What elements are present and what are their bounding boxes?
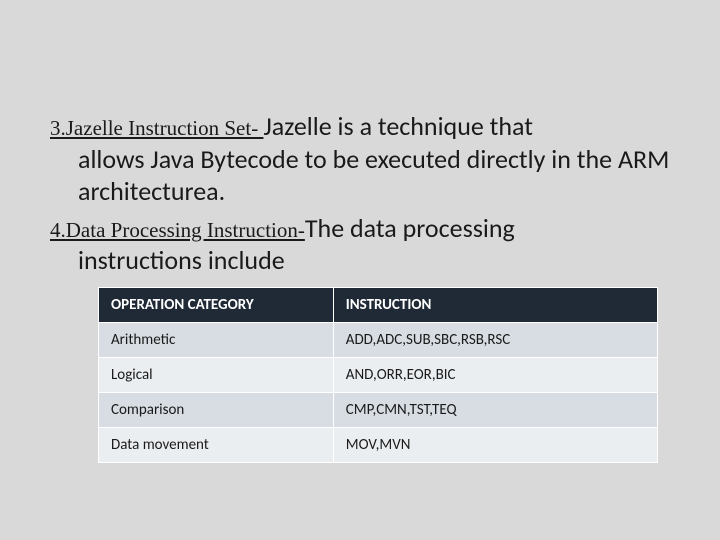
slide: 3.Jazelle Instruction Set- Jazelle is a … [0,0,720,540]
table-row: Logical AND,ORR,EOR,BIC [99,357,658,392]
table-row: Data movement MOV,MVN [99,427,658,462]
table-cell: MOV,MVN [333,427,657,462]
section-3-rest-2: allows Java Bytecode to be executed dire… [50,143,680,208]
table-header-cell: OPERATION CATEGORY [99,287,334,322]
section-4-lead: 4.Data Processing Instruction- [50,218,305,242]
table-header-cell: INSTRUCTION [333,287,657,322]
section-3-lead: 3.Jazelle Instruction Set- [50,116,263,140]
section-3-rest-1: Jazelle is a technique that [263,110,533,142]
table-cell: Comparison [99,392,334,427]
table-header-row: OPERATION CATEGORY INSTRUCTION [99,287,658,322]
table-cell: ADD,ADC,SUB,SBC,RSB,RSC [333,322,657,357]
table-row: Arithmetic ADD,ADC,SUB,SBC,RSB,RSC [99,322,658,357]
section-4-rest-1: The data processing [305,212,515,244]
section-4-rest-2: instructions include [50,244,680,277]
table-cell: Data movement [99,427,334,462]
table-cell: AND,ORR,EOR,BIC [333,357,657,392]
table-cell: CMP,CMN,TST,TEQ [333,392,657,427]
table-cell: Arithmetic [99,322,334,357]
table-cell: Logical [99,357,334,392]
section-4-para: 4.Data Processing Instruction-The data p… [50,212,680,277]
table-row: Comparison CMP,CMN,TST,TEQ [99,392,658,427]
instruction-table-wrap: OPERATION CATEGORY INSTRUCTION Arithmeti… [98,287,658,463]
instruction-table: OPERATION CATEGORY INSTRUCTION Arithmeti… [98,287,658,463]
section-3-para: 3.Jazelle Instruction Set- Jazelle is a … [50,110,680,208]
